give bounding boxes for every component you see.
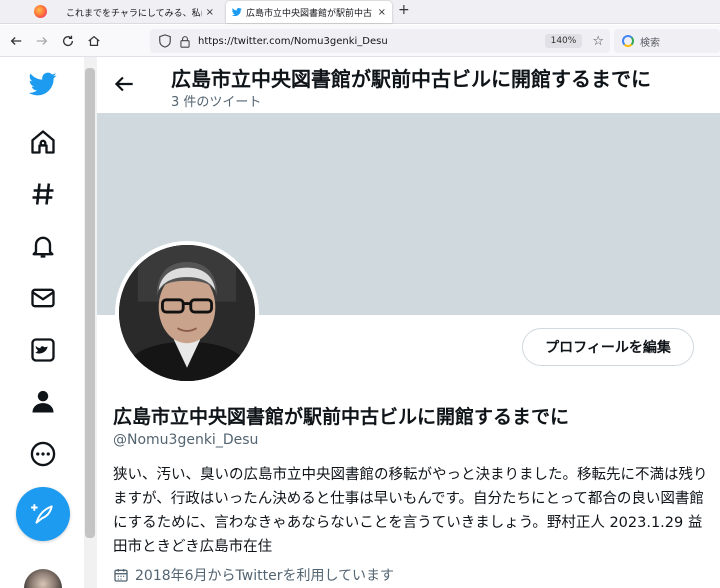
joined-text: 2018年6月からTwitterを利用しています — [135, 568, 395, 584]
tab-close-icon[interactable]: × — [378, 7, 386, 18]
bookmark-star-icon[interactable]: ☆ — [592, 34, 604, 49]
forward-icon[interactable] — [34, 33, 50, 49]
home-icon[interactable] — [26, 125, 60, 159]
new-tab-button[interactable]: + — [398, 2, 410, 18]
account-avatar[interactable] — [24, 569, 62, 588]
twitter-sidebar — [0, 57, 84, 588]
url-text[interactable]: https://twitter.com/Nomu3genki_Desu — [198, 36, 545, 47]
bookmark-icon[interactable] — [26, 333, 60, 367]
bell-icon[interactable] — [26, 229, 60, 263]
profile-header-bar: 広島市立中央図書館が駅前中古ビルに開館するまでに 3 件のツイート — [97, 57, 720, 113]
profile-avatar[interactable] — [115, 241, 259, 385]
google-icon — [622, 35, 634, 47]
zoom-badge[interactable]: 140% — [544, 34, 583, 48]
search-bar[interactable]: 検索 — [614, 29, 720, 53]
profile-main-column: 広島市立中央図書館が駅前中古ビルに開館するまでに 3 件のツイート プロフィール… — [96, 57, 720, 588]
edit-profile-button[interactable]: プロフィールを編集 — [522, 328, 694, 366]
reload-icon[interactable] — [60, 33, 76, 49]
tab-close-icon[interactable]: × — [206, 7, 214, 18]
shield-icon[interactable] — [158, 34, 172, 48]
profile-name: 広島市立中央図書館が駅前中古ビルに開館するまでに — [113, 406, 570, 428]
url-bar[interactable]: https://twitter.com/Nomu3genki_Desu 140%… — [150, 29, 610, 53]
back-arrow-icon[interactable] — [111, 71, 137, 97]
avatar-photo — [119, 245, 255, 381]
tab-label: 広島市立中央図書館が駅前中古 — [246, 8, 373, 19]
browser-tab-2[interactable]: 広島市立中央図書館が駅前中古 × — [226, 1, 392, 23]
home-browser-icon[interactable] — [86, 33, 102, 49]
tab-label: これまでをチャラにしてみる、私はできる(2 — [66, 8, 202, 19]
hashtag-icon[interactable] — [26, 177, 60, 211]
search-placeholder: 検索 — [640, 37, 660, 49]
calendar-icon — [114, 569, 128, 582]
mail-icon[interactable] — [26, 281, 60, 315]
more-icon[interactable] — [26, 437, 60, 471]
header-title: 広島市立中央図書館が駅前中古ビルに開館するまでに — [171, 67, 651, 91]
browser-tab-strip: これまでをチャラにしてみる、私はできる(2 × 広島市立中央図書館が駅前中古 ×… — [0, 0, 720, 24]
browser-nav-bar: https://twitter.com/Nomu3genki_Desu 140%… — [0, 25, 720, 57]
profile-handle: @Nomu3genki_Desu — [113, 432, 259, 448]
scrollbar-thumb[interactable] — [85, 68, 95, 538]
browser-tab-1[interactable]: これまでをチャラにしてみる、私はできる(2 × — [56, 1, 220, 23]
firefox-icon[interactable] — [34, 5, 47, 18]
tweet-count: 3 件のツイート — [171, 95, 262, 110]
twitter-logo-icon[interactable] — [26, 67, 60, 101]
back-icon[interactable] — [8, 33, 24, 49]
profile-bio: 狭い、汚い、臭いの広島市立中央図書館の移転がやっと決まりました。移転先に不満は残… — [113, 467, 708, 555]
twitter-favicon-icon — [232, 7, 242, 17]
joined-date: 2018年6月からTwitterを利用しています — [113, 565, 394, 585]
lock-icon[interactable] — [178, 35, 192, 48]
compose-tweet-button[interactable] — [16, 487, 70, 541]
compose-icon — [31, 504, 53, 524]
profile-icon[interactable] — [26, 385, 60, 419]
